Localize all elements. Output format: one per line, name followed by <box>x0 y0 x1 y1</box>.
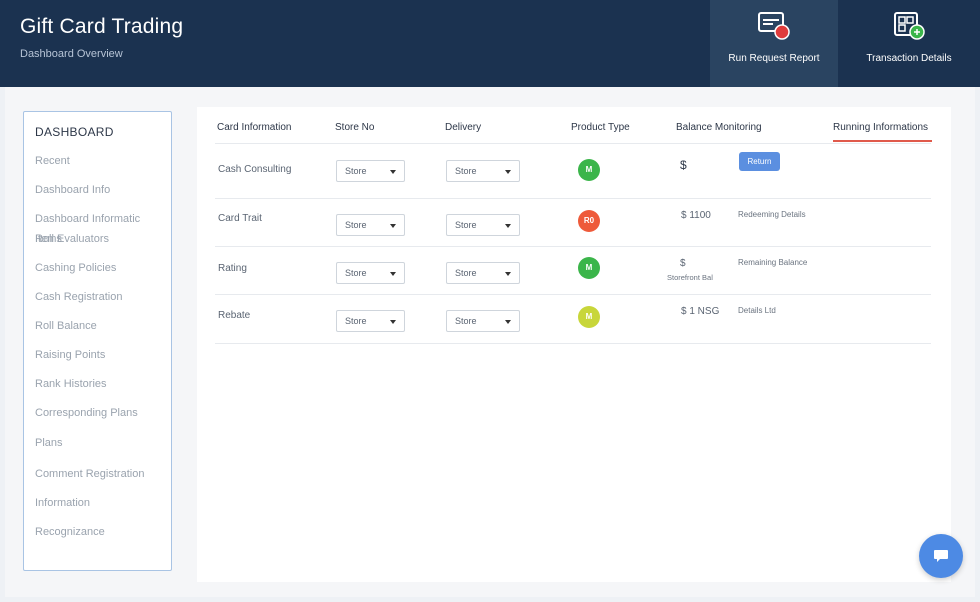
sidebar-title: DASHBOARD <box>35 125 114 139</box>
info-text: Redeeming Details <box>738 210 806 219</box>
main-panel: Card Information Store No Delivery Produ… <box>197 107 951 582</box>
info-text: Remaining Balance <box>738 258 808 267</box>
header-button-label: Run Request Report <box>728 53 820 64</box>
balance-value: $ <box>680 158 687 172</box>
status-badge: M <box>578 159 600 181</box>
card-name: Rebate <box>218 310 251 321</box>
delivery-select[interactable]: Store <box>446 310 520 332</box>
sidebar-item[interactable]: Roll Evaluators <box>35 229 165 249</box>
column-header[interactable]: Balance Monitoring <box>676 122 762 133</box>
app-title: Gift Card Trading <box>20 15 184 38</box>
header-button-label: Transaction Details <box>866 53 952 64</box>
store-select-value: Store <box>345 220 367 230</box>
card-name: Cash Consulting <box>218 164 292 175</box>
chevron-down-icon <box>390 272 396 276</box>
sidebar-item[interactable]: Recent <box>35 151 165 171</box>
store-select-value: Store <box>345 316 367 326</box>
balance-value: $ 1100 <box>681 210 711 221</box>
store-select[interactable]: Store <box>336 310 405 332</box>
status-badge: M <box>578 257 600 279</box>
status-badge: R0 <box>578 210 600 232</box>
sidebar-item[interactable]: Cash Registration <box>35 287 165 307</box>
store-select[interactable]: Store <box>336 160 405 182</box>
column-header[interactable]: Delivery <box>445 122 481 133</box>
app-subtitle: Dashboard Overview <box>20 48 123 60</box>
column-header[interactable]: Store No <box>335 122 374 133</box>
balance-value: $ 1 NSG <box>681 306 720 317</box>
store-select[interactable]: Store <box>336 262 405 284</box>
status-badge: M <box>578 306 600 328</box>
chevron-down-icon <box>390 170 396 174</box>
divider <box>215 143 931 144</box>
delivery-select-value: Store <box>455 268 477 278</box>
delivery-select-value: Store <box>455 166 477 176</box>
column-header-active[interactable]: Running Informations <box>833 122 928 133</box>
sidebar-item[interactable]: Raising Points <box>35 345 165 365</box>
sidebar-item[interactable]: Information <box>35 493 165 513</box>
divider <box>215 343 931 344</box>
chevron-down-icon <box>505 320 511 324</box>
divider <box>215 198 931 199</box>
store-select-value: Store <box>345 166 367 176</box>
store-select-value: Store <box>345 268 367 278</box>
return-button[interactable]: Return <box>739 152 780 171</box>
card-alert-icon <box>758 12 790 40</box>
chevron-down-icon <box>390 320 396 324</box>
app-header: Gift Card Trading Dashboard Overview Run… <box>0 0 980 87</box>
delivery-select[interactable]: Store <box>446 214 520 236</box>
store-select[interactable]: Store <box>336 214 405 236</box>
delivery-select-value: Store <box>455 220 477 230</box>
chevron-down-icon <box>505 224 511 228</box>
chat-icon <box>934 550 948 562</box>
chat-button[interactable] <box>919 534 963 578</box>
card-name: Card Trait <box>218 213 262 224</box>
header-button-transaction-details[interactable]: Transaction Details <box>838 0 980 87</box>
header-button-run-report[interactable]: Run Request Report <box>710 0 838 87</box>
sidebar-item[interactable]: Recognizance <box>35 522 165 542</box>
balance-subtext: Storefront Bal <box>667 273 713 282</box>
info-text: Details Ltd <box>738 306 776 315</box>
chevron-down-icon <box>390 224 396 228</box>
column-header[interactable]: Product Type <box>571 122 630 133</box>
delivery-select-value: Store <box>455 316 477 326</box>
sidebar-item[interactable]: Cashing Policies <box>35 258 165 278</box>
sidebar-item[interactable]: Roll Balance <box>35 316 165 336</box>
sidebar: DASHBOARD Recent Dashboard Info Dashboar… <box>23 111 172 571</box>
divider <box>215 246 931 247</box>
sidebar-item[interactable]: Plans <box>35 433 165 453</box>
sidebar-item[interactable]: Rank Histories <box>35 374 165 394</box>
active-tab-underline <box>833 140 932 142</box>
sidebar-item[interactable]: Comment Registration <box>35 464 165 484</box>
divider <box>215 294 931 295</box>
chevron-down-icon <box>505 170 511 174</box>
balance-value: $ <box>680 258 686 269</box>
delivery-select[interactable]: Store <box>446 262 520 284</box>
chevron-down-icon <box>505 272 511 276</box>
sidebar-item[interactable]: Dashboard Info <box>35 180 165 200</box>
qr-code-icon <box>894 12 925 40</box>
card-name: Rating <box>218 263 247 274</box>
sidebar-item[interactable]: Corresponding Plans <box>35 403 165 423</box>
delivery-select[interactable]: Store <box>446 160 520 182</box>
column-header[interactable]: Card Information <box>217 122 291 133</box>
